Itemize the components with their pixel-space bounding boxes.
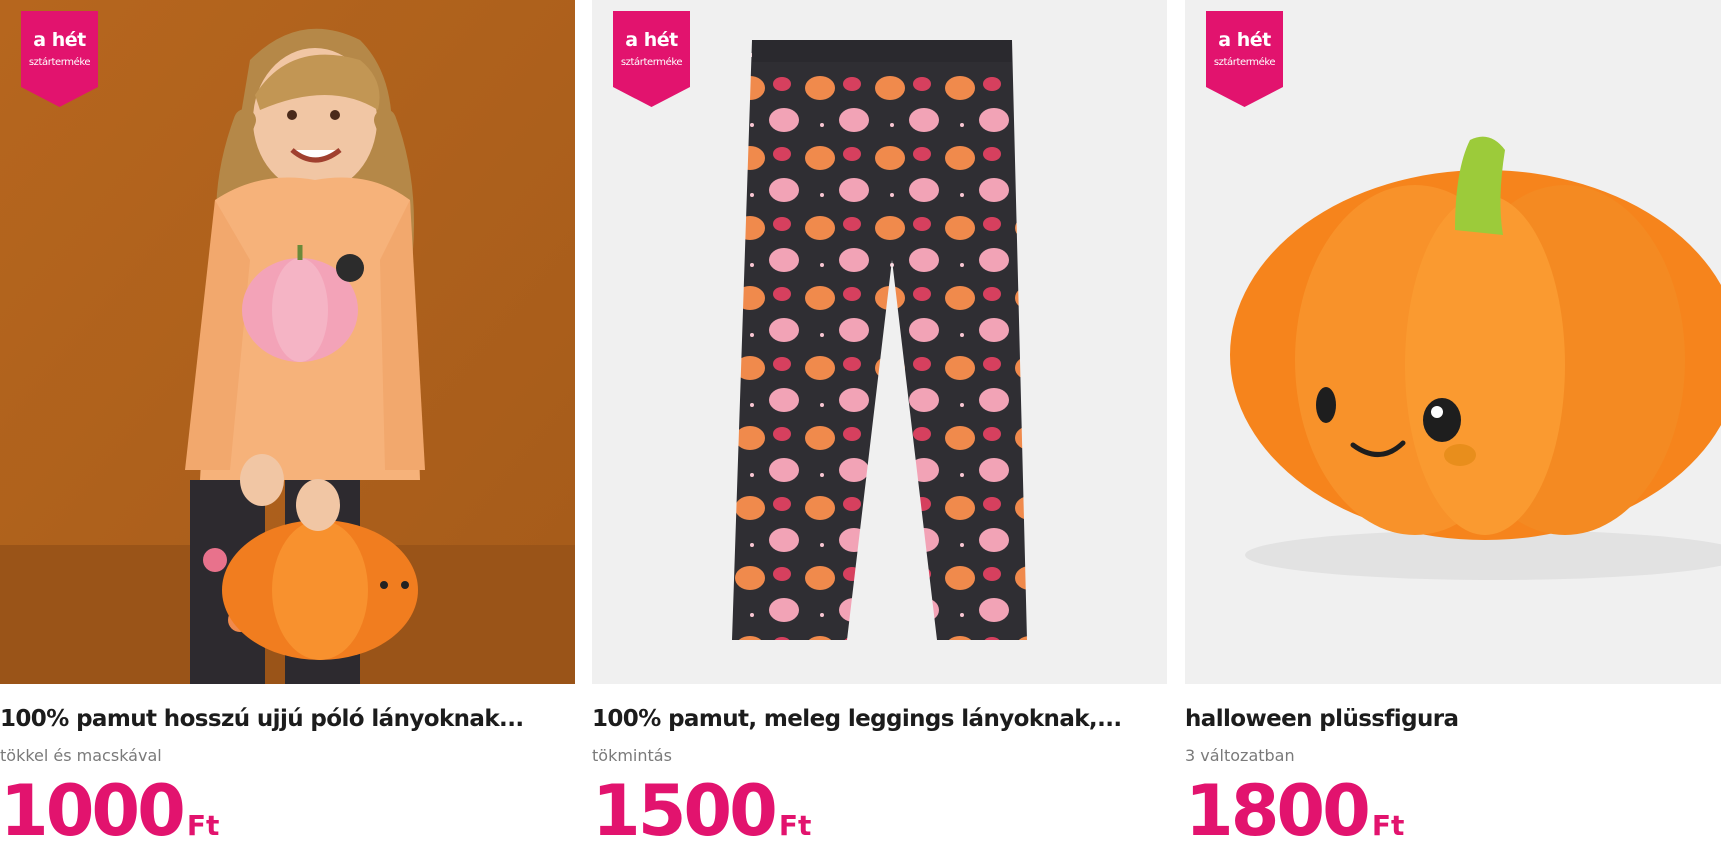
badge-title: a hét [625,29,678,51]
price-currency: Ft [1371,809,1405,842]
price-value: 1500 [592,770,778,844]
product-price: 1800 Ft [1185,776,1404,844]
star-product-badge: a hét sztárterméke [613,11,690,107]
price-value: 1000 [0,770,186,844]
product-card[interactable]: a hét sztárterméke 100% pamut hosszú ujj… [0,0,575,844]
badge-title: a hét [1218,29,1271,51]
product-grid: a hét sztárterméke 100% pamut hosszú ujj… [0,0,1721,844]
badge-subtitle: sztárterméke [620,57,683,68]
product-subtitle: 3 változatban [1185,746,1295,765]
price-currency: Ft [778,809,812,842]
product-card[interactable]: a hét sztárterméke 100% pamut, meleg leg… [592,0,1167,844]
badge-subtitle: sztárterméke [28,57,91,68]
price-currency: Ft [186,809,220,842]
product-title[interactable]: 100% pamut hosszú ujjú póló lányoknak... [0,706,575,732]
product-subtitle: tökkel és macskával [0,746,162,765]
product-title[interactable]: 100% pamut, meleg leggings lányoknak,... [592,706,1167,732]
star-product-badge: a hét sztárterméke [1206,11,1283,107]
product-card[interactable]: a hét sztárterméke halloween plüssfigura… [1185,0,1721,844]
price-value: 1800 [1185,770,1371,844]
product-price: 1500 Ft [592,776,811,844]
product-price: 1000 Ft [0,776,219,844]
star-product-badge: a hét sztárterméke [21,11,98,107]
badge-subtitle: sztárterméke [1213,57,1276,68]
product-title[interactable]: halloween plüssfigura [1185,706,1721,732]
product-subtitle: tökmintás [592,746,672,765]
badge-title: a hét [33,29,86,51]
